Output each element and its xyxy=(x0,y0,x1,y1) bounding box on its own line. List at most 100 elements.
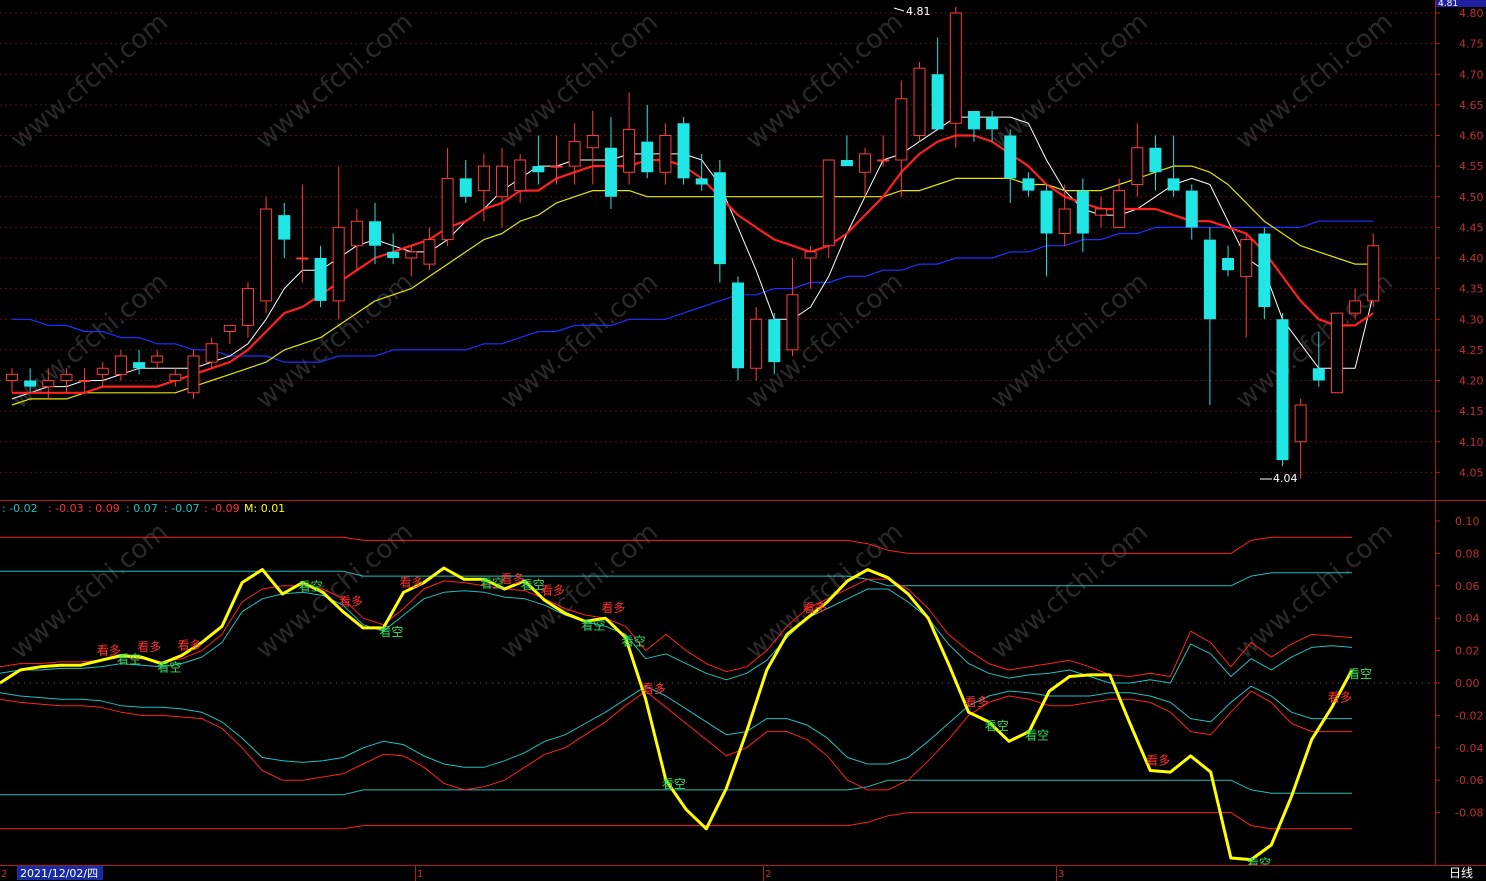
signal-bear-label: 看空 xyxy=(299,580,323,594)
candle-body xyxy=(604,147,617,197)
candle-body xyxy=(532,166,545,173)
osc-tick-label: -0.08 xyxy=(1455,807,1483,820)
candle-body xyxy=(42,380,55,388)
bottom-tick-1: 1 xyxy=(417,869,423,880)
candle-body xyxy=(1222,258,1235,271)
signal-bull-label: 看多 xyxy=(1146,753,1170,767)
osc-tick-label: 0.00 xyxy=(1455,677,1480,690)
candle-body xyxy=(822,159,835,247)
price-tick-label: 4.75 xyxy=(1459,38,1484,51)
candle-body xyxy=(151,355,164,363)
candle-body xyxy=(60,373,73,381)
signal-bear-label: 看空 xyxy=(662,777,686,791)
candle[interactable] xyxy=(187,349,200,399)
candle[interactable] xyxy=(260,196,273,314)
candle-body xyxy=(332,226,345,302)
candle-body xyxy=(713,172,726,265)
low-price-label: 4.04 xyxy=(1273,472,1298,485)
candle-body xyxy=(1330,312,1343,394)
candle[interactable] xyxy=(1258,227,1271,320)
candle-body xyxy=(241,288,254,326)
candle-body xyxy=(550,165,563,168)
price-tick-label: 4.55 xyxy=(1459,160,1484,173)
candle-body xyxy=(514,159,527,192)
osc-tick-label: -0.06 xyxy=(1455,774,1483,787)
legend-p5: : -0.07 xyxy=(164,502,200,515)
legend-p3: : 0.09 xyxy=(88,502,120,515)
signal-bear-label: 看空 xyxy=(622,635,646,649)
candle-body xyxy=(750,318,763,369)
candle-body xyxy=(768,319,781,363)
candle-body xyxy=(1095,208,1107,216)
price-tick-label: 4.30 xyxy=(1459,313,1484,326)
candle-body xyxy=(1149,147,1162,173)
price-tick-label: 4.20 xyxy=(1459,375,1484,388)
candle-body xyxy=(1004,135,1017,179)
price-tick-label: 4.65 xyxy=(1459,99,1484,112)
candle-body xyxy=(986,117,999,130)
candle[interactable] xyxy=(732,276,744,381)
candle-body xyxy=(913,67,926,136)
osc-tick-label: 0.08 xyxy=(1455,547,1480,560)
candle-body xyxy=(187,355,200,394)
candle-body xyxy=(369,221,381,246)
candle-body xyxy=(1258,233,1271,307)
candle-body xyxy=(477,165,490,192)
signal-bull-label: 看多 xyxy=(400,575,424,589)
candle[interactable] xyxy=(713,160,726,283)
osc-tick-label: -0.02 xyxy=(1455,709,1483,722)
candle-body xyxy=(1349,300,1362,314)
candle-body xyxy=(931,74,944,130)
candle-body xyxy=(1294,404,1307,443)
candle[interactable] xyxy=(913,62,926,142)
bottom-bar xyxy=(0,865,1486,881)
candle-body xyxy=(114,355,127,375)
candle-body xyxy=(1131,147,1144,185)
bottom-tick-3: 3 xyxy=(1058,869,1064,880)
candle-body xyxy=(1203,239,1216,320)
candle-body xyxy=(296,257,309,260)
candle-body xyxy=(641,141,654,173)
signal-bull-label: 看多 xyxy=(965,695,989,709)
candle-body xyxy=(804,251,817,259)
candle-body xyxy=(859,153,872,173)
date-label: 2021/12/02/四 xyxy=(20,867,98,880)
bottom-tick-2: 2 xyxy=(765,869,771,880)
candle-body xyxy=(205,343,218,363)
candle-body xyxy=(568,141,581,167)
period-label[interactable]: 日线 xyxy=(1449,866,1473,880)
candle[interactable] xyxy=(677,117,690,185)
candle-body xyxy=(1113,190,1126,228)
candle-body xyxy=(659,135,672,173)
osc-tick-label: -0.04 xyxy=(1455,742,1483,755)
candle-body xyxy=(6,373,18,381)
stock-chart-canvas[interactable]: www.cfchi.com www.cfchi.com www.cfchi.com w… xyxy=(0,0,1486,881)
price-tick-label: 4.40 xyxy=(1459,252,1484,265)
legend-p2: : -0.03 xyxy=(48,502,84,515)
price-tick-label: 4.70 xyxy=(1459,68,1484,81)
candle-body xyxy=(1022,178,1035,191)
price-tick-label: 4.80 xyxy=(1459,7,1484,20)
legend-p6: : -0.09 xyxy=(204,502,240,515)
price-tick-label: 4.60 xyxy=(1459,130,1484,143)
candle-body xyxy=(677,123,690,179)
candle[interactable] xyxy=(1276,313,1289,467)
candle-body xyxy=(314,258,327,301)
price-badge-text: 4.81 xyxy=(1438,0,1458,9)
candle-body xyxy=(441,177,454,241)
candle-body xyxy=(169,373,182,381)
signal-bear-label: 看空 xyxy=(985,719,1009,733)
candle-body xyxy=(223,324,236,332)
candle-body xyxy=(350,220,363,247)
candle-body xyxy=(459,178,472,197)
candle-body xyxy=(1367,245,1380,302)
candle[interactable] xyxy=(1330,312,1343,394)
price-tick-label: 4.10 xyxy=(1459,436,1484,449)
price-tick-label: 4.50 xyxy=(1459,191,1484,204)
candle-body xyxy=(695,178,708,185)
bottom-tick-0: 2 xyxy=(1,869,7,880)
price-tick-label: 4.25 xyxy=(1459,344,1484,357)
candle-body xyxy=(586,135,599,149)
candle[interactable] xyxy=(822,159,835,258)
candle-body xyxy=(423,239,436,265)
